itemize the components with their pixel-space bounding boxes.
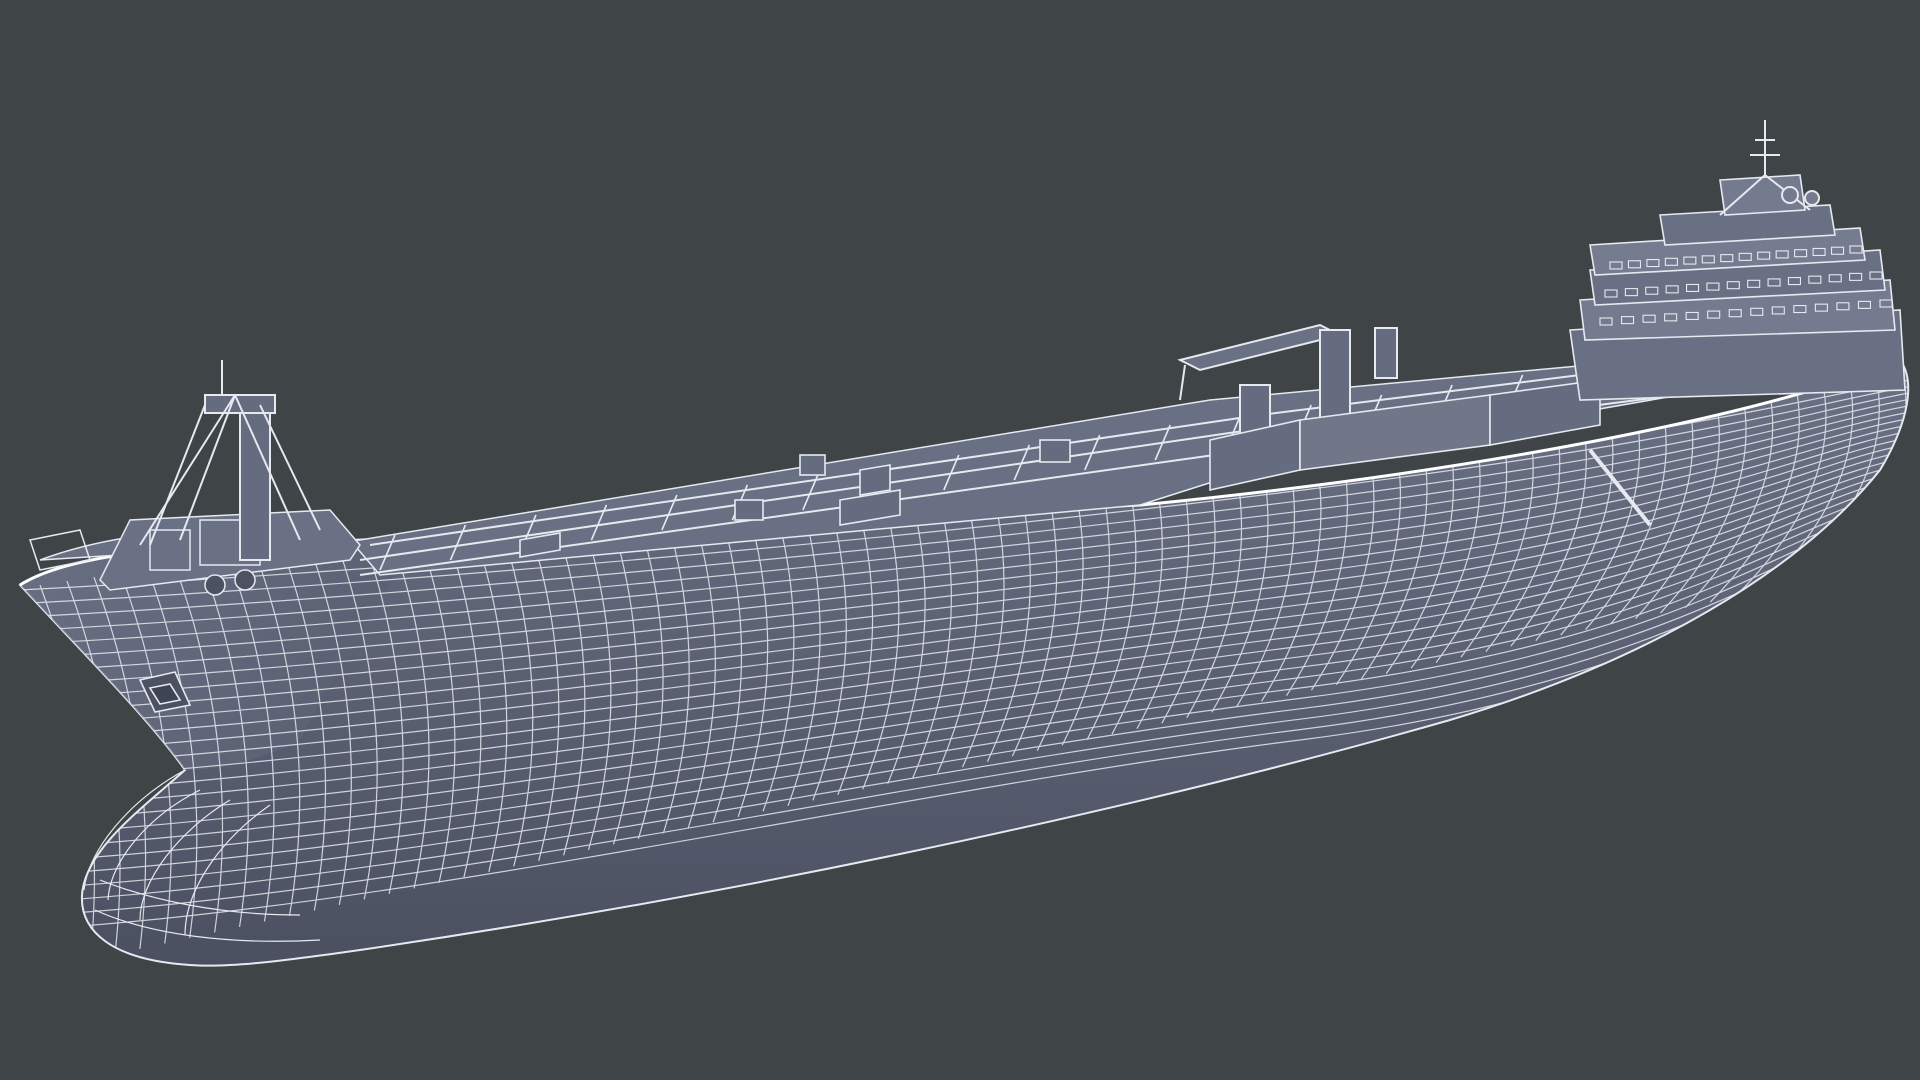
superstructure bbox=[1569, 174, 1906, 401]
ship-wireframe-render bbox=[18, 120, 1910, 967]
render-viewport bbox=[0, 0, 1920, 1080]
